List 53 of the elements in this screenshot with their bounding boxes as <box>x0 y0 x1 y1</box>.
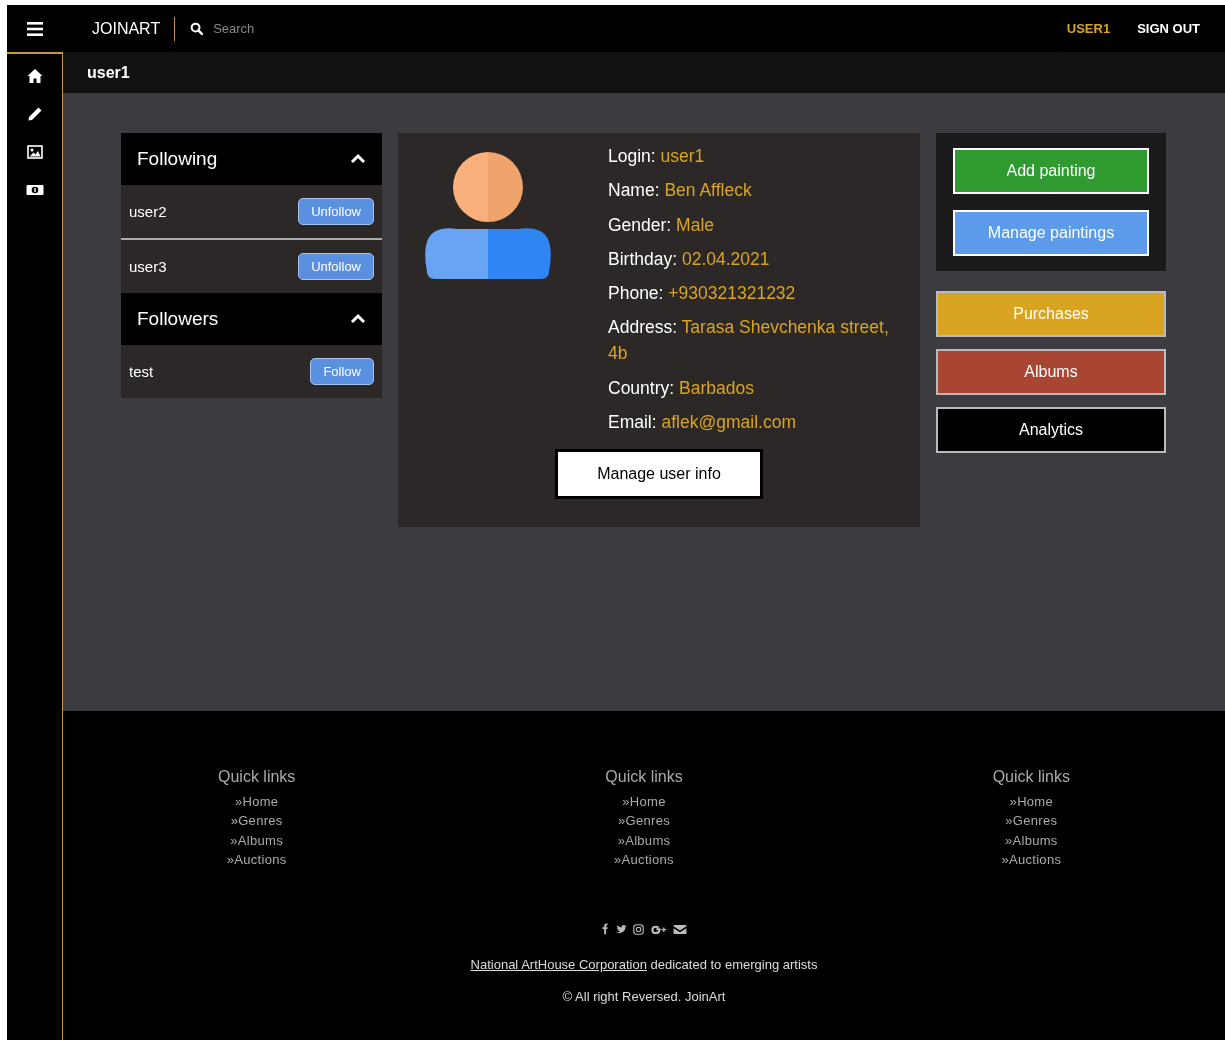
user-name[interactable]: test <box>129 363 154 380</box>
section-title: Followers <box>137 308 219 330</box>
search-field[interactable]: Search <box>211 20 336 37</box>
home-icon[interactable] <box>26 68 43 84</box>
footer-heading: Quick links <box>218 768 296 786</box>
profile-field: Name: Ben Affleck <box>608 177 898 204</box>
sign-out-link[interactable]: SIGN OUT <box>1137 21 1200 36</box>
section-title: Following <box>137 148 218 170</box>
brand-logo[interactable]: JOINART <box>92 16 176 41</box>
footer-link[interactable]: »Albums <box>617 830 671 850</box>
twitter-icon[interactable] <box>615 924 627 935</box>
profile-field: Email: aflek@gmail.com <box>608 409 898 436</box>
mail-icon[interactable] <box>673 923 687 935</box>
footer-link[interactable]: »Genres <box>230 811 283 831</box>
action-button[interactable]: Analytics <box>936 407 1166 453</box>
footer-heading: Quick links <box>605 768 683 786</box>
section-header[interactable]: Following <box>121 133 382 185</box>
credit-link[interactable]: National ArtHouse Corporation <box>470 957 647 973</box>
menu-icon[interactable] <box>27 20 43 37</box>
manage-user-info-button[interactable]: Manage user info <box>555 449 763 500</box>
footer-link[interactable]: »Auctions <box>1001 849 1062 870</box>
footer-link[interactable]: »Auctions <box>226 849 287 870</box>
profile-field: Login: user1 <box>608 143 898 169</box>
picture-icon[interactable] <box>26 144 43 160</box>
footer-heading: Quick links <box>992 768 1070 786</box>
footer-link[interactable]: »Home <box>1009 792 1054 812</box>
user-name[interactable]: user2 <box>129 203 167 220</box>
banknote-icon[interactable] <box>25 182 44 198</box>
action-button[interactable]: Albums <box>936 349 1166 395</box>
footer-link[interactable]: »Home <box>622 792 666 812</box>
footer-link[interactable]: »Home <box>234 792 279 812</box>
footer-link[interactable]: »Albums <box>230 830 283 850</box>
credit-text: National ArtHouse Corporation dedicated to emerging artists <box>470 956 818 975</box>
profile-field: Phone: +930321321232 <box>608 280 898 307</box>
profile-field: Address: Tarasa Shevchenka street, 4b <box>608 314 898 367</box>
footer-link[interactable]: »Albums <box>1005 830 1058 850</box>
pencil-icon[interactable] <box>26 106 43 122</box>
search-icon <box>190 22 204 35</box>
footer-link[interactable]: »Genres <box>1005 811 1058 831</box>
facebook-icon[interactable] <box>601 923 609 936</box>
user-link[interactable]: USER1 <box>1066 21 1111 36</box>
profile-field: Gender: Male <box>608 211 898 238</box>
profile-field: Birthday: 02.04.2021 <box>608 245 898 272</box>
profile-field: Country: Barbados <box>608 374 898 401</box>
instagram-icon[interactable] <box>633 923 644 935</box>
copyright-text: © All right Reversed. JoinArt <box>562 989 726 1005</box>
section-header[interactable]: Followers <box>121 293 382 345</box>
google-plus-icon[interactable] <box>650 923 667 935</box>
action-button[interactable]: Add painting <box>953 148 1149 194</box>
footer-link[interactable]: »Auctions <box>614 849 674 870</box>
user-name[interactable]: user3 <box>129 258 167 275</box>
footer-link[interactable]: »Genres <box>618 811 670 831</box>
page-title: user1 <box>87 63 130 82</box>
